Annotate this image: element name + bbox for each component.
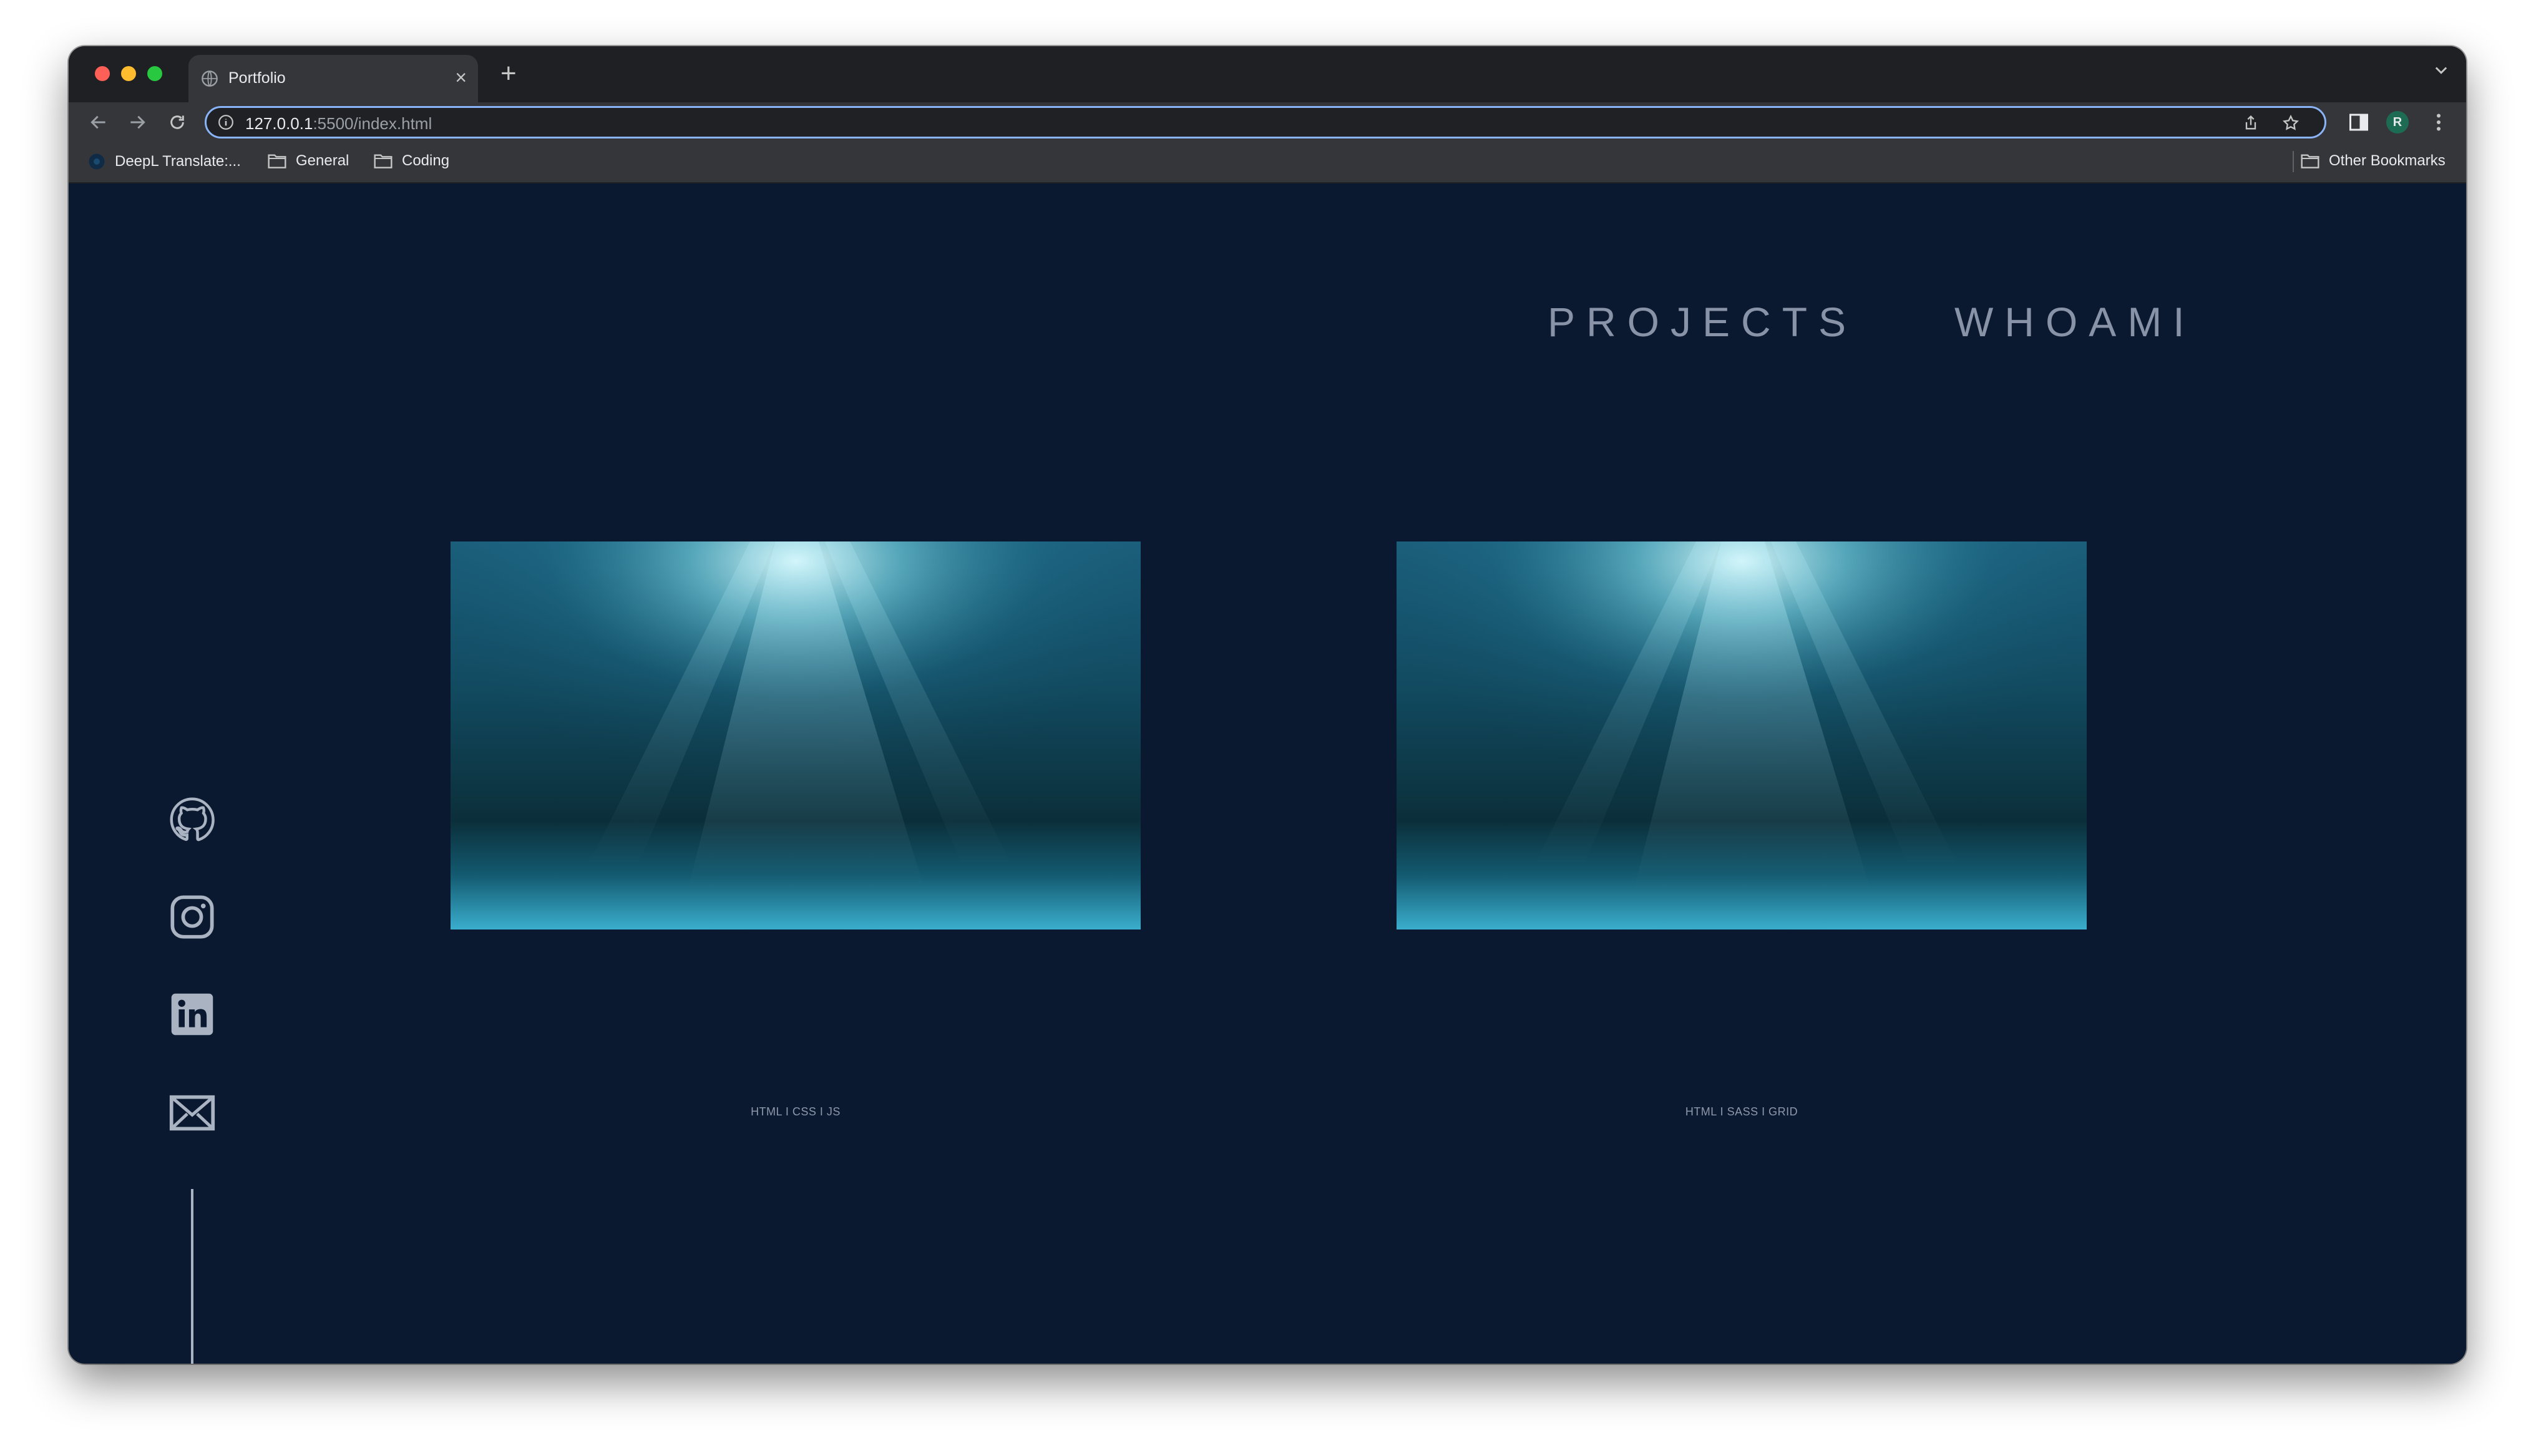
instagram-link[interactable] xyxy=(168,893,216,941)
github-icon xyxy=(170,797,215,842)
browser-toolbar: 127.0.0.1:5500/index.html R xyxy=(69,102,2466,142)
url-host: 127.0.0.1 xyxy=(245,114,313,133)
address-bar[interactable]: 127.0.0.1:5500/index.html xyxy=(205,106,2326,138)
bookmark-label: General xyxy=(296,152,349,169)
linkedin-link[interactable] xyxy=(168,991,216,1038)
instagram-icon xyxy=(170,895,214,939)
url-text[interactable]: 127.0.0.1:5500/index.html xyxy=(245,114,432,133)
reload-button[interactable] xyxy=(162,107,192,137)
project-card-image[interactable] xyxy=(1397,541,2087,929)
bookmark-folder-general[interactable]: General xyxy=(267,152,349,170)
close-window-button[interactable] xyxy=(95,66,110,81)
underwater-image xyxy=(451,541,1141,929)
linkedin-icon xyxy=(171,993,213,1036)
browser-window: Portfolio × + 127.0.0.1:5500/index.html xyxy=(69,46,2466,1364)
folder-icon xyxy=(2301,154,2319,168)
tab-search-chevron-icon[interactable] xyxy=(2432,61,2450,79)
project-tags: HTML I SASS I GRID xyxy=(1685,1105,1798,1118)
folder-icon xyxy=(268,154,286,168)
nav-whoami-link[interactable]: WHOAMI xyxy=(1954,298,2196,346)
forward-button[interactable] xyxy=(122,107,152,137)
page-content: PROJECTS WHOAMI HTML I CSS I JS HTML I S… xyxy=(69,183,2466,1364)
globe-icon xyxy=(202,70,218,87)
mail-icon xyxy=(169,1095,215,1131)
tab-title: Portfolio xyxy=(228,69,286,87)
underwater-image xyxy=(1397,541,2087,929)
bookmark-label: Coding xyxy=(402,152,450,169)
vertical-divider-line xyxy=(191,1189,193,1364)
bookmark-label: Other Bookmarks xyxy=(2329,152,2446,169)
new-tab-button[interactable]: + xyxy=(500,60,517,87)
bookmarks-divider xyxy=(2293,151,2294,172)
project-card-image[interactable] xyxy=(451,541,1141,929)
url-path: :5500/index.html xyxy=(313,114,432,133)
arrow-left-icon xyxy=(90,115,105,129)
mail-link[interactable] xyxy=(168,1089,216,1137)
tab-portfolio[interactable]: Portfolio × xyxy=(188,55,478,102)
project-tags: HTML I CSS I JS xyxy=(751,1105,841,1118)
tab-close-icon[interactable]: × xyxy=(455,67,467,87)
back-button[interactable] xyxy=(84,107,114,137)
arrow-right-icon xyxy=(130,115,145,129)
nav-projects-link[interactable]: PROJECTS xyxy=(1548,298,1857,346)
other-bookmarks-folder[interactable]: Other Bookmarks xyxy=(2300,152,2446,170)
share-icon[interactable] xyxy=(2242,114,2260,132)
bookmark-label: DeepL Translate:... xyxy=(115,153,241,170)
minimize-window-button[interactable] xyxy=(121,66,136,81)
info-icon[interactable] xyxy=(218,114,234,130)
github-link[interactable] xyxy=(168,796,216,843)
side-panel-icon[interactable] xyxy=(2348,111,2370,133)
tab-strip: Portfolio × + xyxy=(69,46,2466,102)
reload-icon xyxy=(170,115,184,129)
bookmarks-bar: DeepL Translate:... General Coding Other… xyxy=(69,142,2466,183)
maximize-window-button[interactable] xyxy=(147,66,162,81)
folder-icon xyxy=(374,154,393,168)
deepl-icon xyxy=(89,153,105,170)
kebab-menu-icon[interactable] xyxy=(2427,111,2450,133)
profile-avatar[interactable]: R xyxy=(2386,111,2409,133)
bookmark-star-icon[interactable] xyxy=(2282,114,2299,132)
bookmark-folder-coding[interactable]: Coding xyxy=(373,152,449,170)
bookmark-deepl[interactable]: DeepL Translate:... xyxy=(87,152,241,171)
